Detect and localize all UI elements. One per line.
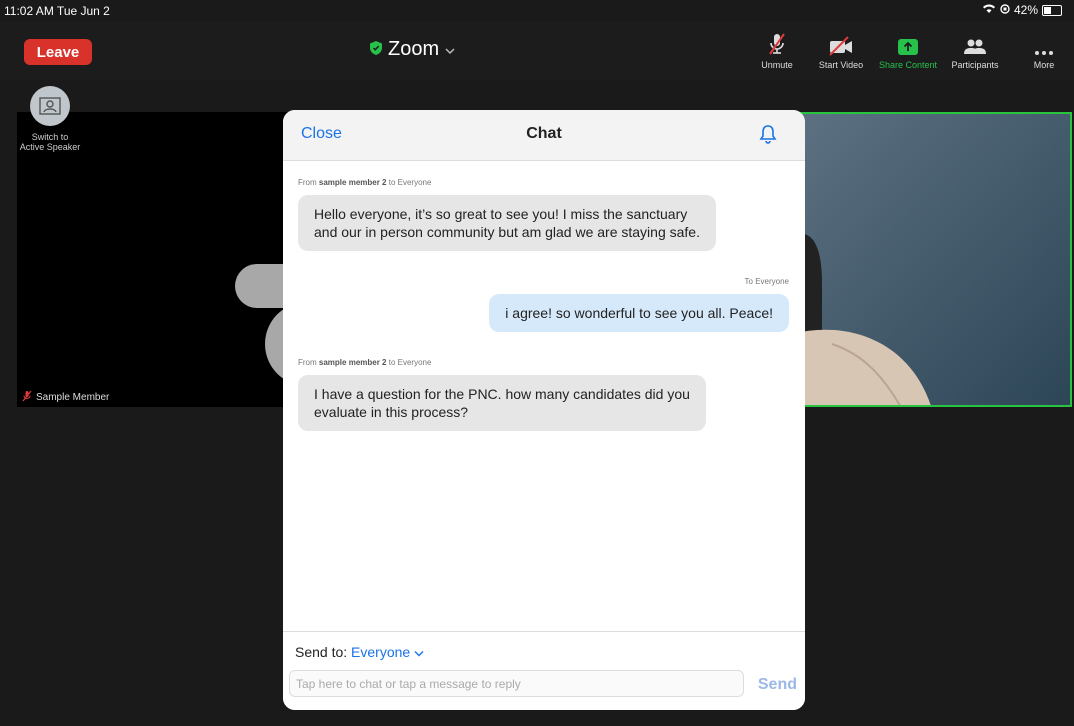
share-content-label: Share Content (878, 60, 938, 70)
unmute-button[interactable]: Unmute (757, 32, 797, 70)
send-button[interactable]: Send (758, 676, 797, 694)
chat-message-own[interactable]: i agree! so wonderful to see you all. Pe… (489, 294, 789, 332)
status-bar: 11:02 AM Tue Jun 2 42% (0, 0, 1074, 22)
unmute-label: Unmute (761, 60, 793, 70)
meeting-toolbar: Leave Zoom Unmute Start Video Share Cont… (0, 22, 1074, 80)
switch-label: Switch to (31, 132, 69, 142)
chat-compose-area: Send to: Everyone Tap here to chat or ta… (283, 631, 805, 710)
send-to-label: Send to: (295, 644, 348, 660)
send-to-value: Everyone (351, 644, 411, 660)
chat-panel: Close Chat From sample member 2 to Every… (283, 110, 805, 710)
camera-feed-image (792, 114, 1070, 405)
video-off-icon (813, 32, 869, 56)
chat-message[interactable]: Hello everyone, it’s so great to see you… (298, 195, 716, 251)
send-to-selector[interactable]: Send to: Everyone (295, 644, 424, 660)
start-video-button[interactable]: Start Video (813, 32, 869, 70)
participants-label: Participants (951, 60, 999, 70)
speaker-view-icon (30, 86, 70, 126)
chat-message[interactable]: I have a question for the PNC. how many … (298, 375, 706, 431)
switch-to-active-speaker-button[interactable]: Switch to Active Speaker (15, 86, 85, 152)
shield-icon (370, 38, 382, 61)
message-recipient-line: To Everyone (744, 277, 789, 286)
start-video-label: Start Video (818, 60, 864, 70)
status-time: 11:02 AM Tue Jun 2 (4, 4, 110, 18)
microphone-muted-icon (22, 390, 32, 405)
battery-percent: 42% (1013, 3, 1038, 17)
chevron-down-icon (414, 644, 424, 660)
avatar-placeholder-icon (235, 264, 375, 386)
status-indicators: 42% (982, 3, 1062, 17)
chevron-down-icon (445, 38, 455, 61)
leave-button[interactable]: Leave (24, 39, 92, 65)
meeting-title[interactable]: Zoom (370, 38, 455, 61)
battery-icon (1042, 4, 1062, 16)
orientation-lock-icon (1000, 3, 1010, 17)
active-speaker-video-tile[interactable] (790, 112, 1072, 407)
more-dots-icon (1027, 32, 1061, 56)
title-text: Zoom (388, 38, 440, 60)
chat-header: Close Chat (283, 110, 805, 161)
switch-label-2: Active Speaker (19, 142, 81, 152)
wifi-icon (982, 3, 996, 17)
message-sender-line: From sample member 2 to Everyone (298, 358, 432, 367)
more-label: More (1033, 60, 1055, 70)
chat-input[interactable]: Tap here to chat or tap a message to rep… (289, 670, 744, 697)
more-button[interactable]: More (1027, 32, 1061, 70)
chat-title: Chat (526, 125, 562, 142)
participant-name-label: Sample Member (22, 390, 109, 405)
share-content-button[interactable]: Share Content (875, 32, 941, 70)
participant-name: Sample Member (36, 392, 110, 403)
participants-icon (947, 32, 1003, 56)
message-sender-line: From sample member 2 to Everyone (298, 178, 432, 187)
share-screen-icon (875, 32, 941, 56)
participants-button[interactable]: Participants (947, 32, 1003, 70)
microphone-muted-icon (757, 32, 797, 56)
bell-icon[interactable] (759, 124, 777, 149)
participant-video-tile[interactable] (17, 112, 375, 407)
